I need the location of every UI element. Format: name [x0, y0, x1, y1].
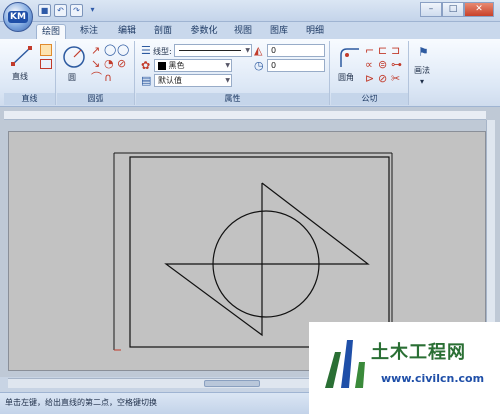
ruler: [4, 111, 486, 120]
circle-small-icon[interactable]: ◯: [104, 44, 116, 55]
color-palette-icon: ✿: [141, 59, 151, 72]
explode-icon[interactable]: ✂: [391, 73, 400, 84]
horizontal-scroll-thumb[interactable]: [204, 380, 260, 387]
inner-rectangle: [129, 156, 390, 348]
fillet-tool-icon[interactable]: [337, 45, 361, 69]
arc-icon-2[interactable]: ∩: [104, 72, 112, 83]
break-icon[interactable]: ⊶: [391, 59, 402, 70]
rectangle-icon[interactable]: [40, 59, 52, 69]
tab-details[interactable]: 明细: [300, 24, 330, 39]
default-select[interactable]: 默认值 ▼: [154, 74, 232, 87]
tab-section[interactable]: 剖面: [148, 24, 178, 39]
linetype-select[interactable]: ▼: [174, 44, 252, 57]
polyline-icon[interactable]: [40, 44, 52, 56]
app-logo: KM: [8, 11, 28, 23]
tab-draw[interactable]: 绘图: [36, 24, 66, 39]
tab-annotate[interactable]: 标注: [74, 24, 104, 39]
offset-icon[interactable]: ∝: [365, 59, 373, 70]
arc-icon[interactable]: ↗: [91, 45, 100, 56]
hatch-circle-icon[interactable]: ⊘: [117, 58, 126, 69]
drawing-mode-icon[interactable]: ⚑: [418, 46, 429, 58]
color-value: 黑色: [168, 61, 185, 70]
status-text: 单击左键，给出直线的第二点，空格键切换: [5, 398, 157, 407]
window-controls: – □ ✕: [420, 2, 494, 17]
property-field-1[interactable]: 0: [267, 44, 325, 57]
ribbon-tabs: 绘图 标注 编辑 剖面 参数化 视图 图库 明细: [0, 22, 500, 39]
save-icon[interactable]: ■: [38, 4, 51, 17]
watermark-url: www.civilcn.com: [381, 372, 485, 385]
angle-icon: ◷: [254, 59, 264, 72]
linetype-label: 线型:: [153, 47, 172, 56]
drawing-mode-dropdown-icon[interactable]: ▾: [420, 77, 424, 86]
chevron-down-icon: ▼: [245, 47, 250, 54]
tab-view[interactable]: 视图: [228, 24, 258, 39]
group-line-label: 直线: [4, 93, 55, 105]
line-weight-icon: ◭: [254, 44, 263, 57]
line-tool-icon[interactable]: [10, 45, 34, 67]
fillet-button-label: 圆角: [338, 73, 354, 82]
array-icon[interactable]: ⊘: [378, 73, 387, 84]
linetype-sample: [179, 50, 241, 51]
group-arc: 圆 ↗ ◯ ◯ ↘ ◔ ⊘ ⌒ ∩ 圆弧: [57, 41, 135, 105]
line-button-label: 直线: [12, 72, 28, 81]
qat-dropdown-icon[interactable]: ▾: [86, 4, 99, 17]
chevron-down-icon: ▼: [225, 62, 230, 69]
tab-parametric[interactable]: 参数化: [184, 24, 224, 39]
maximize-button[interactable]: □: [442, 2, 464, 17]
group-arc-label: 圆弧: [57, 93, 134, 105]
tab-edit[interactable]: 编辑: [112, 24, 142, 39]
chamfer-icon[interactable]: ⌐: [365, 45, 374, 56]
redo-icon[interactable]: ↷: [70, 4, 83, 17]
tab-library[interactable]: 图库: [264, 24, 294, 39]
color-select[interactable]: 黑色 ▼: [154, 59, 232, 72]
minimize-button[interactable]: –: [420, 2, 442, 17]
arc-3pt-icon[interactable]: ↘: [91, 58, 100, 69]
group-line: 直线 直线: [4, 41, 56, 105]
group-drawing-mode: ⚑ 画法 ▾: [410, 41, 438, 105]
group-properties: ☰ 线型: ▼ ✿ 黑色 ▼ ▤ 默认值 ▼ ◭ 0 ◷ 0 属性: [136, 41, 330, 105]
group-properties-label: 属性: [136, 93, 329, 105]
close-button[interactable]: ✕: [464, 2, 494, 17]
mirror-icon[interactable]: ⊳: [365, 73, 374, 84]
spline-icon[interactable]: ⌒: [91, 72, 102, 83]
app-menu-button[interactable]: KM: [3, 2, 33, 32]
group-common-label: 公切: [331, 93, 408, 105]
property-field-2[interactable]: 0: [267, 59, 325, 72]
drawing-mode-label[interactable]: 画法: [414, 65, 430, 76]
default-value: 默认值: [158, 76, 182, 85]
layer-icon: ▤: [141, 74, 152, 87]
watermark: 土木工程网 www.civilcn.com: [309, 322, 500, 414]
tangent-icon[interactable]: ⊏: [378, 45, 387, 56]
trim-icon[interactable]: ⊐: [391, 45, 400, 56]
undo-icon[interactable]: ↶: [54, 4, 67, 17]
linetype-icon: ☰: [141, 44, 151, 57]
circle-button-label: 圆: [68, 73, 76, 82]
extend-icon[interactable]: ⊜: [378, 59, 387, 70]
quick-access-toolbar: ■ ↶ ↷ ▾: [38, 4, 99, 17]
group-common: 圆角 ⌐ ⊏ ⊐ ∝ ⊜ ⊶ ⊳ ⊘ ✂ 公切: [331, 41, 409, 105]
drawn-triangles: [164, 182, 370, 337]
watermark-title: 土木工程网: [371, 342, 466, 363]
title-bar: ■ ↶ ↷ ▾ – □ ✕: [0, 0, 500, 22]
ribbon: 直线 直线 圆 ↗ ◯ ◯ ↘ ◔ ⊘ ⌒ ∩ 圆弧 ☰ 线型: ▼ ✿ 黑色 …: [0, 39, 500, 107]
ellipse-icon[interactable]: ◔: [104, 58, 114, 69]
watermark-logo: [325, 340, 365, 388]
chevron-down-icon: ▼: [225, 77, 230, 84]
circle-small-icon-2[interactable]: ◯: [117, 44, 129, 55]
circle-tool-icon[interactable]: [61, 44, 87, 70]
color-swatch: [158, 61, 166, 70]
